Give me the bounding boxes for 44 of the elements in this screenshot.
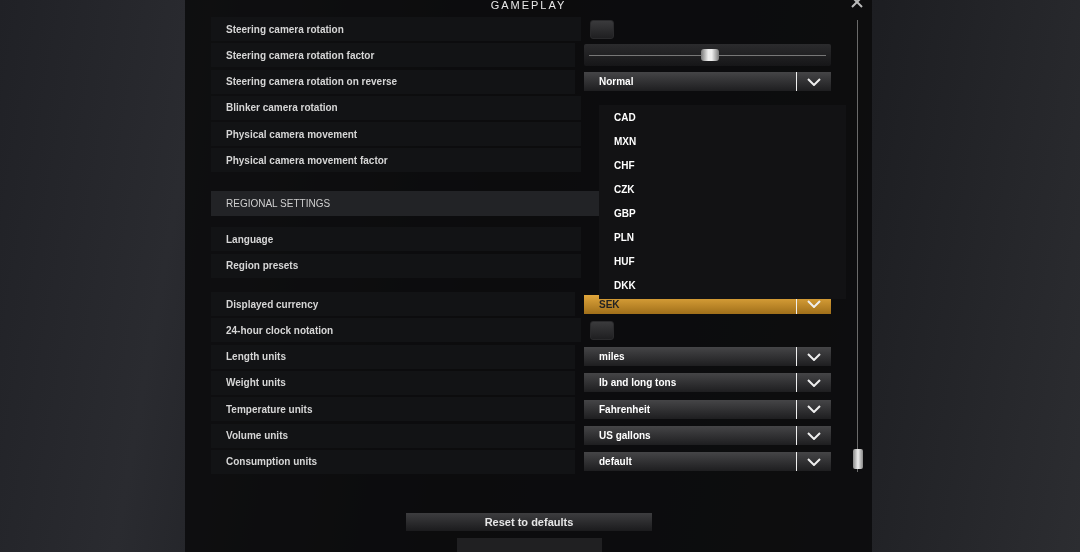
chevron-down-icon	[807, 378, 821, 387]
dropdown[interactable]: default	[584, 452, 831, 472]
dropdown-option[interactable]: CZK	[599, 177, 846, 201]
dropdown[interactable]: Fahrenheit	[584, 399, 831, 419]
dropdown-option[interactable]: CHF	[599, 153, 846, 177]
setting-label: Physical camera movement factor	[211, 148, 582, 173]
dropdown-option[interactable]: HUF	[599, 249, 846, 273]
setting-label: Steering camera rotation factor	[211, 43, 575, 68]
dropdown[interactable]: US gallons	[584, 426, 831, 446]
setting-label: Blinker camera rotation	[211, 95, 582, 120]
dropdown[interactable]: lb and long tons	[584, 373, 831, 393]
setting-label: Physical camera movement	[211, 122, 582, 147]
reset-button[interactable]: Reset to defaults	[406, 513, 652, 531]
dropdown[interactable]: Normal	[584, 72, 831, 92]
setting-label: Length units	[211, 344, 575, 369]
setting-label: Steering camera rotation	[211, 17, 582, 41]
chevron-down-icon	[807, 352, 821, 361]
dropdown[interactable]: miles	[584, 347, 831, 367]
dialog-title: GAMEPLAY	[489, 0, 568, 11]
setting-label: Consumption units	[211, 449, 575, 474]
setting-label: Temperature units	[211, 397, 575, 422]
dropdown-option[interactable]: MXN	[599, 129, 846, 153]
section-header: REGIONAL SETTINGS	[211, 191, 599, 217]
chevron-down-icon	[807, 77, 821, 86]
chevron-down-icon	[807, 431, 821, 440]
setting-label: 24-hour clock notation	[211, 318, 582, 343]
dropdown-option[interactable]: CAD	[599, 105, 846, 129]
dropdown-option[interactable]: GBP	[599, 201, 846, 225]
chevron-down-icon	[807, 457, 821, 466]
scrollbar-thumb[interactable]	[853, 449, 863, 469]
setting-label: Displayed currency	[211, 292, 575, 317]
dropdown-option[interactable]: DKK	[599, 273, 846, 297]
slider[interactable]	[584, 44, 831, 67]
setting-label: Volume units	[211, 423, 575, 448]
slider-thumb[interactable]	[700, 48, 719, 61]
checkbox[interactable]	[590, 19, 615, 39]
dropdown-option[interactable]: PLN	[599, 225, 846, 249]
checkbox[interactable]	[590, 320, 615, 340]
setting-label: Steering camera rotation on reverse	[211, 69, 575, 94]
chevron-down-icon	[807, 405, 821, 414]
setting-label: Region presets	[211, 253, 582, 278]
chevron-down-icon	[807, 300, 821, 309]
setting-label: Weight units	[211, 370, 575, 395]
setting-label: Language	[211, 227, 582, 252]
